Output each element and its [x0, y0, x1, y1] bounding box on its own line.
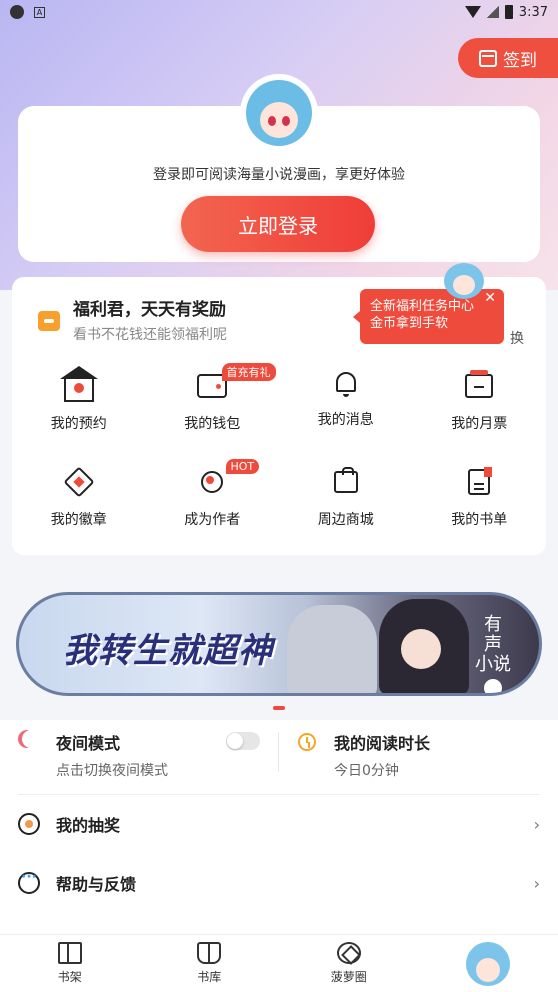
grid-label: 我的月票 — [451, 416, 508, 432]
bookshelf-icon — [57, 942, 82, 964]
welfare-title: 福利君，天天有奖励 — [73, 300, 226, 320]
chevron-right-icon: › — [533, 814, 540, 834]
shopping-bag-icon — [333, 467, 358, 493]
welfare-card: 福利君，天天有奖励 看书不花钱还能领福利呢 换 全新福利任务中心 金币拿到手软 … — [12, 263, 547, 555]
banner-character-right — [379, 599, 469, 693]
grid-item-badges[interactable]: 我的徽章 — [12, 465, 146, 529]
signin-button[interactable]: 签到 — [458, 38, 558, 78]
circle-icon — [336, 942, 361, 964]
divider — [18, 794, 540, 795]
grid-label: 我的书单 — [451, 512, 508, 528]
banner-page-indicator — [273, 706, 285, 710]
status-time: 3:37 — [518, 4, 548, 20]
house-icon — [59, 366, 98, 402]
banner-audio-badge: 有 声 小说 — [475, 614, 511, 693]
grid-label: 我的预约 — [50, 416, 107, 432]
tab-label: 书架 — [57, 970, 82, 984]
tooltip-line2: 金币拿到手软 — [370, 316, 449, 331]
grid-label: 我的钱包 — [184, 416, 241, 432]
grid-item-reservation[interactable]: 我的预约 — [12, 366, 146, 433]
chat-bubble-icon — [18, 869, 40, 894]
tab-label: 书库 — [197, 970, 222, 984]
feature-grid-row2: 我的徽章 HOT 成为作者 周边商城 我的书单 — [12, 459, 547, 529]
grid-item-become-author[interactable]: HOT 成为作者 — [146, 459, 280, 529]
grid-item-monthly-ticket[interactable]: 我的月票 — [413, 369, 547, 433]
play-icon — [484, 679, 502, 693]
grid-label: 我的徽章 — [50, 512, 107, 528]
tab-bookshelf[interactable]: 书架 — [0, 935, 140, 992]
bottom-tab-bar: 书架 书库 菠萝圈 — [0, 934, 558, 992]
treasure-chest-icon — [38, 311, 60, 331]
banner-audio-text: 有 — [484, 614, 502, 635]
reading-time-title: 我的阅读时长 — [334, 734, 431, 753]
help-row[interactable]: 帮助与反馈 › — [18, 863, 540, 903]
welfare-more-link[interactable]: 换 — [510, 328, 524, 348]
tab-community[interactable]: 菠萝圈 — [279, 935, 419, 992]
badge-icon — [63, 466, 95, 498]
grid-item-shop[interactable]: 周边商城 — [279, 465, 413, 529]
user-avatar[interactable] — [240, 74, 318, 152]
banner-audio-text: 小说 — [475, 654, 511, 675]
lottery-icon — [18, 813, 40, 835]
grid-label: 周边商城 — [317, 512, 374, 528]
ticket-icon — [465, 370, 494, 398]
promo-banner[interactable]: 我转生就超神 有 声 小说 — [16, 592, 542, 696]
help-label: 帮助与反馈 — [56, 875, 137, 894]
tab-library[interactable]: 书库 — [140, 935, 280, 992]
login-tip: 登录即可阅读海量小说漫画，享更好体验 — [153, 167, 405, 183]
welfare-subtitle: 看书不花钱还能领福利呢 — [73, 327, 227, 343]
banner-character-left — [287, 605, 377, 693]
mascot-icon — [444, 263, 484, 299]
tab-label: 菠萝圈 — [330, 970, 367, 984]
library-icon — [197, 942, 222, 964]
night-mode-title: 夜间模式 — [56, 734, 121, 753]
signal-icon — [486, 6, 499, 18]
chevron-right-icon: › — [533, 873, 540, 893]
night-mode-subtitle: 点击切换夜间模式 — [56, 763, 168, 779]
feature-grid-row1: 我的预约 首充有礼 我的钱包 我的消息 我的月票 — [12, 363, 547, 433]
promo-tag: 首充有礼 — [221, 363, 276, 381]
lottery-label: 我的抽奖 — [56, 816, 121, 835]
booklist-icon — [468, 467, 493, 495]
status-bar: A 3:37 — [0, 0, 558, 24]
bell-icon — [335, 372, 356, 397]
welfare-tooltip[interactable]: 全新福利任务中心 金币拿到手软 ✕ — [353, 289, 504, 344]
moon-icon — [22, 730, 40, 748]
grid-label: 成为作者 — [184, 512, 241, 528]
battery-icon — [504, 5, 513, 19]
reading-time-value: 今日0分钟 — [334, 763, 399, 779]
grid-item-messages[interactable]: 我的消息 — [279, 365, 413, 433]
login-button[interactable]: 立即登录 — [181, 196, 375, 252]
author-icon — [201, 471, 224, 493]
calendar-icon — [479, 49, 497, 67]
signin-label: 签到 — [503, 50, 537, 71]
banner-audio-text: 声 — [484, 634, 502, 655]
notification-dot-icon — [10, 5, 24, 19]
grid-item-wallet[interactable]: 首充有礼 我的钱包 — [146, 363, 280, 433]
divider — [278, 732, 279, 772]
tab-profile[interactable] — [419, 935, 558, 992]
clock-icon — [298, 733, 316, 751]
banner-title: 我转生就超神 — [63, 631, 273, 671]
grid-label: 我的消息 — [317, 412, 374, 428]
close-icon[interactable]: ✕ — [484, 290, 496, 307]
app-notification-icon: A — [34, 6, 45, 18]
hot-tag: HOT — [225, 459, 260, 474]
grid-item-booklist[interactable]: 我的书单 — [413, 465, 547, 529]
night-mode-toggle[interactable] — [226, 732, 260, 750]
avatar — [466, 941, 511, 986]
wifi-icon — [464, 6, 481, 18]
lottery-row[interactable]: 我的抽奖 › — [18, 804, 540, 844]
